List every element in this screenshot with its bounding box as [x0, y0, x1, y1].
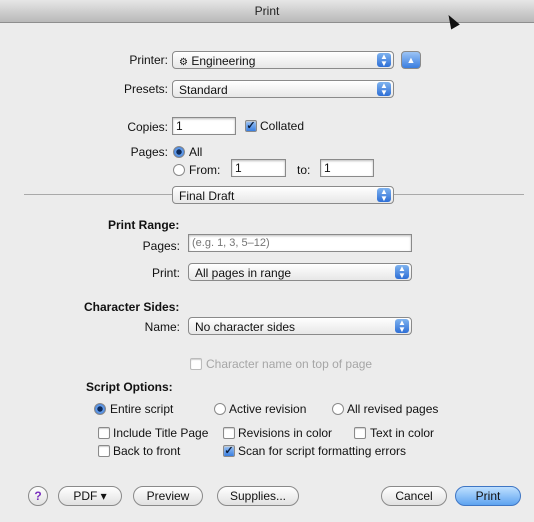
scan-errors-checkbox[interactable]: ✓ [223, 445, 235, 457]
updown-arrows-icon: ▲ ▼ [377, 82, 391, 97]
collated-checkbox[interactable]: ✓ [245, 120, 257, 132]
all-revised-radio[interactable] [332, 403, 344, 415]
panel-value: Final Draft [179, 189, 235, 203]
all-revised-label: All revised pages [347, 402, 439, 416]
entire-script-label: Entire script [110, 402, 174, 416]
back-to-front-label: Back to front [113, 444, 181, 458]
range-pages-input[interactable] [188, 234, 412, 252]
updown-arrows-icon: ▲ ▼ [377, 53, 391, 68]
revisions-color-label: Revisions in color [238, 426, 333, 440]
pages-label: Pages: [130, 145, 168, 159]
updown-arrows-icon: ▲ ▼ [395, 265, 409, 280]
pages-from-input[interactable]: 1 [231, 159, 286, 177]
name-value: No character sides [195, 320, 296, 334]
pdf-menu-button[interactable]: PDF ▾ [58, 486, 122, 506]
window-title: Print [254, 4, 280, 18]
panel-select[interactable]: Final Draft ▲ ▼ [172, 186, 394, 204]
pages-all-radio[interactable] [173, 146, 185, 158]
print-label: Print: [151, 266, 180, 280]
copies-input[interactable]: 1 [172, 117, 236, 135]
include-title-checkbox[interactable] [98, 427, 110, 439]
presets-value: Standard [179, 83, 228, 97]
preview-button[interactable]: Preview [133, 486, 203, 506]
print-button[interactable]: Print [455, 486, 521, 506]
disclosure-triangle-button[interactable]: ▲ [401, 51, 421, 69]
range-pages-label: Pages: [142, 239, 180, 253]
pages-from-label: From: [189, 163, 221, 177]
collated-label: Collated [260, 119, 305, 133]
pages-from-radio[interactable] [173, 164, 185, 176]
name-on-top-label: Character name on top of page [206, 357, 373, 371]
updown-arrows-icon: ▲ ▼ [395, 319, 409, 334]
copies-label: Copies: [127, 120, 168, 134]
printer-select[interactable]: ⚙ Engineering ▲ ▼ [172, 51, 394, 69]
include-title-label: Include Title Page [113, 426, 209, 440]
entire-script-radio[interactable] [94, 403, 106, 415]
name-label: Name: [144, 320, 180, 334]
print-value: All pages in range [195, 266, 292, 280]
supplies-button[interactable]: Supplies... [217, 486, 299, 506]
cancel-button[interactable]: Cancel [381, 486, 447, 506]
help-button[interactable]: ? [28, 486, 48, 506]
active-revision-radio[interactable] [214, 403, 226, 415]
back-to-front-checkbox[interactable] [98, 445, 110, 457]
printer-status-icon: ⚙ [179, 57, 188, 68]
revisions-color-checkbox[interactable] [223, 427, 235, 439]
name-select[interactable]: No character sides ▲ ▼ [188, 317, 412, 335]
pages-to-input[interactable]: 1 [320, 159, 374, 177]
pages-to-label: to: [297, 163, 311, 177]
script-options-heading: Script Options: [86, 380, 173, 394]
name-on-top-checkbox[interactable] [190, 358, 202, 370]
presets-label: Presets: [123, 82, 168, 96]
text-color-label: Text in color [370, 426, 435, 440]
print-range-heading: Print Range: [108, 218, 180, 232]
print-select[interactable]: All pages in range ▲ ▼ [188, 263, 412, 281]
pages-all-label: All [189, 145, 203, 159]
updown-arrows-icon: ▲ ▼ [377, 188, 391, 203]
active-revision-label: Active revision [229, 402, 307, 416]
presets-select[interactable]: Standard ▲ ▼ [172, 80, 394, 98]
printer-label: Printer: [129, 53, 168, 67]
scan-errors-label: Scan for script formatting errors [238, 444, 407, 458]
text-color-checkbox[interactable] [354, 427, 366, 439]
character-sides-heading: Character Sides: [84, 300, 180, 314]
printer-value: Engineering [191, 54, 256, 68]
